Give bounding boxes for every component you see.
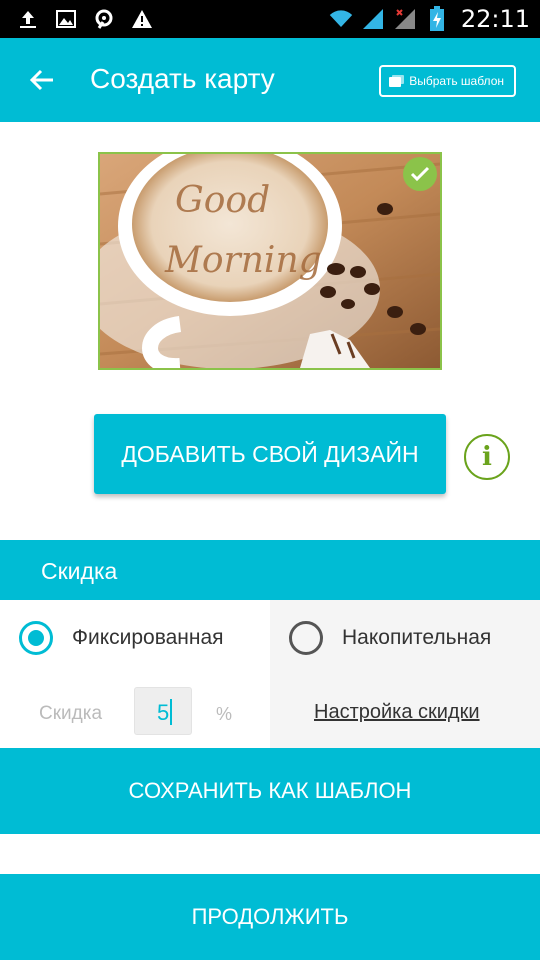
wifi-icon — [329, 7, 353, 31]
radio-fixed[interactable] — [19, 621, 53, 655]
percent-symbol: % — [216, 704, 233, 724]
upload-icon — [16, 7, 40, 31]
app-toolbar: Создать карту Выбрать шаблон — [0, 38, 540, 122]
discount-input-value: 5 — [157, 700, 170, 725]
cell-signal-icon — [361, 7, 385, 31]
accumulative-discount-panel: Накопительная Настройка скидки — [270, 600, 540, 748]
cell-signal-no-data-icon — [393, 7, 417, 31]
check-icon — [410, 166, 430, 182]
radio-accumulative[interactable] — [289, 621, 323, 655]
status-time: 22:11 — [460, 5, 530, 33]
add-design-button[interactable]: ДОБАВИТЬ СВОЙ ДИЗАЙН — [94, 414, 446, 494]
template-icon — [389, 75, 405, 87]
save-as-template-button[interactable]: СОХРАНИТЬ КАК ШАБЛОН — [0, 748, 540, 834]
image-icon — [54, 7, 78, 31]
page-title: Создать карту — [90, 63, 275, 94]
svg-text:Morning: Morning — [164, 240, 322, 281]
discount-settings-link[interactable]: Настройка скидки — [314, 701, 480, 724]
choose-template-label: Выбрать шаблон — [409, 74, 504, 88]
battery-charging-icon — [425, 6, 449, 31]
svg-text:Good: Good — [175, 180, 270, 221]
warning-icon — [130, 7, 154, 31]
selected-check-badge — [403, 157, 437, 191]
coffee-cup-image: Good Morning — [100, 154, 440, 368]
info-icon[interactable]: i — [464, 434, 510, 480]
status-bar: 22:11 — [0, 0, 540, 38]
signal-icon — [92, 7, 116, 31]
status-bar-left — [16, 7, 154, 31]
arrow-back-icon — [29, 69, 53, 91]
fixed-discount-panel: Фиксированная Скидка 5 % — [0, 600, 270, 748]
discount-section-header: Скидка — [0, 540, 540, 600]
radio-accumulative-label[interactable]: Накопительная — [342, 626, 491, 650]
choose-template-button[interactable]: Выбрать шаблон — [379, 65, 516, 97]
status-bar-right: 22:11 — [329, 5, 530, 33]
text-caret — [170, 699, 173, 725]
discount-field-label: Скидка — [39, 703, 103, 724]
card-design-image[interactable]: Good Morning — [98, 152, 442, 370]
radio-fixed-label[interactable]: Фиксированная — [72, 626, 224, 650]
continue-button[interactable]: ПРОДОЛЖИТЬ — [0, 874, 540, 960]
discount-header-title: Скидка — [41, 558, 118, 584]
back-button[interactable] — [22, 60, 62, 100]
discount-input[interactable]: 5 — [134, 687, 192, 735]
